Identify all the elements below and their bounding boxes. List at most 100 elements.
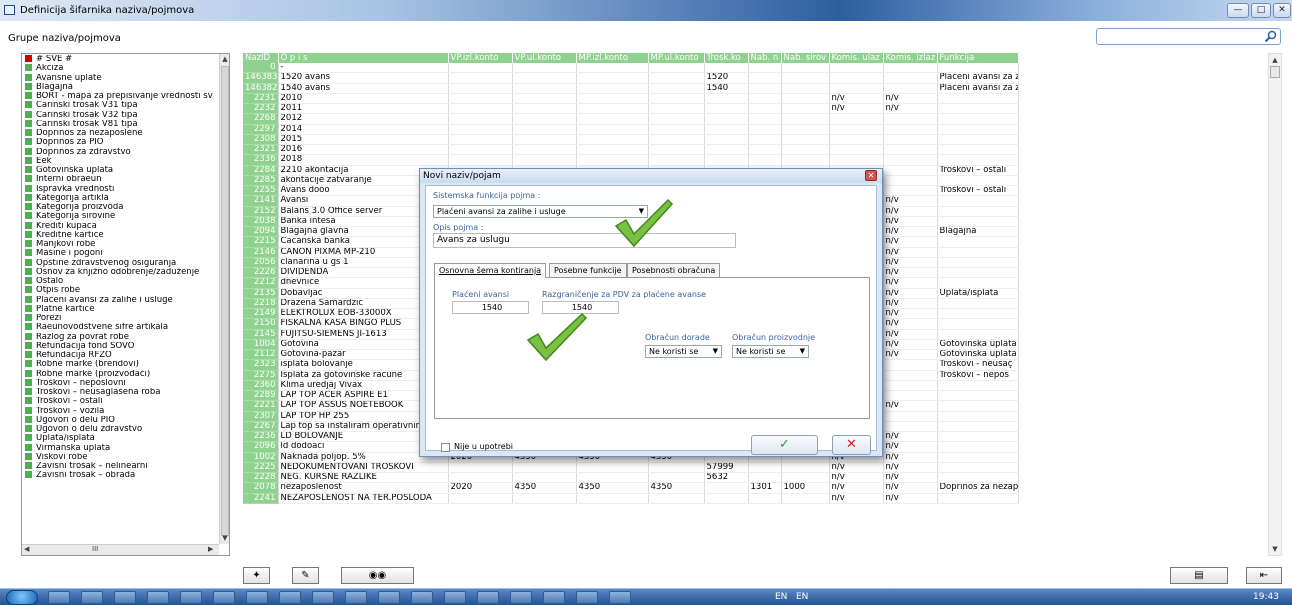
- find-button[interactable]: ◉◉: [341, 567, 414, 584]
- scroll-up-arrow-icon[interactable]: ▲: [220, 54, 229, 64]
- new-button[interactable]: ✦: [243, 567, 270, 584]
- column-header[interactable]: MP.izl.konto: [576, 53, 649, 63]
- column-header[interactable]: Komis. izlaz: [883, 53, 938, 63]
- start-button[interactable]: [6, 590, 38, 605]
- group-list-item[interactable]: Kreditne kartice: [22, 230, 219, 240]
- dropdown-arrow-icon[interactable]: ▼: [713, 346, 718, 357]
- description-input[interactable]: Avans za uslugu: [433, 233, 736, 248]
- group-list-item[interactable]: Troškovi – neusaglašena roba: [22, 388, 219, 397]
- column-header[interactable]: Trosk.ko: [704, 53, 749, 63]
- column-header[interactable]: VP.izl.konto: [448, 53, 513, 63]
- group-list-item[interactable]: Uplata/isplata: [22, 434, 219, 443]
- table-vscrollbar[interactable]: ▲ ▼: [1268, 53, 1282, 556]
- scroll-thumb[interactable]: [1270, 66, 1280, 78]
- group-list-item[interactable]: Ispravka vrednosti: [22, 184, 219, 194]
- scroll-up-arrow-icon[interactable]: ▲: [1269, 54, 1281, 66]
- scroll-left-arrow-icon[interactable]: ◀: [24, 545, 29, 553]
- vat-deferral-input[interactable]: 1540: [542, 301, 619, 314]
- group-list-item[interactable]: Mašine i pogoni: [22, 249, 219, 258]
- group-list-item[interactable]: Robne marke (brendovi): [22, 360, 219, 369]
- group-list-item[interactable]: Avansne uplate: [22, 73, 219, 83]
- taskbar-app-icon[interactable]: [345, 591, 367, 604]
- scroll-right-arrow-icon[interactable]: ▶: [208, 545, 213, 553]
- taskbar-app-icon[interactable]: [378, 591, 400, 604]
- group-list-item[interactable]: Ugovori o delu PIO: [22, 415, 219, 425]
- language-indicator[interactable]: EN: [775, 592, 787, 602]
- taskbar-app-icon[interactable]: [213, 591, 235, 604]
- table-row[interactable]: 2241 NEZAPOSLENOST NA TER.POSLODA n/v n/v: [243, 493, 1019, 504]
- group-list-item[interactable]: Robne marke (proizvođači): [22, 369, 219, 379]
- group-list-hscrollbar[interactable]: ◀ III ▶: [22, 544, 219, 555]
- dropdown-arrow-icon[interactable]: ▼: [639, 206, 644, 217]
- table-row[interactable]: 2228 NEG. KURSNE RAZLIKE 5632 n/v n/v: [243, 472, 1019, 484]
- table-row[interactable]: 0-: [243, 63, 1019, 74]
- group-list-item[interactable]: Blagajna: [22, 82, 219, 92]
- group-list-item[interactable]: Kategorija artikla: [22, 193, 219, 203]
- edit-button[interactable]: ✎: [292, 567, 319, 584]
- scroll-down-arrow-icon[interactable]: ▼: [1269, 543, 1281, 555]
- group-list-item[interactable]: Viškovi robe: [22, 452, 219, 462]
- save-button[interactable]: ▤: [1170, 567, 1228, 584]
- group-list-item[interactable]: Gotovinska uplata: [22, 166, 219, 175]
- group-list-item[interactable]: Troškovi – vozila: [22, 406, 219, 416]
- search-input[interactable]: [1096, 28, 1281, 45]
- group-list-item[interactable]: Krediti kupaca: [22, 221, 219, 231]
- taskbar-app-icon[interactable]: [510, 591, 532, 604]
- hscroll-thumb[interactable]: III: [92, 545, 98, 553]
- tab-basic-accounting[interactable]: Osnovna šema kontiranja: [434, 263, 547, 278]
- column-header[interactable]: Nab. n: [748, 53, 782, 63]
- paid-advances-input[interactable]: 1540: [452, 301, 529, 314]
- maximize-button[interactable]: □: [1251, 3, 1271, 18]
- group-list-item[interactable]: Carinski trošak V81 tipa: [22, 119, 219, 129]
- column-header[interactable]: Funkcija: [937, 53, 1019, 63]
- taskbar-app-icon[interactable]: [81, 591, 103, 604]
- system-function-select[interactable]: Plaćeni avansi za zalihe i usluge ▼: [433, 205, 648, 218]
- tab-calculation-specifics[interactable]: Posebnosti obračuna: [627, 263, 721, 277]
- group-list-item[interactable]: Troškovi – ostali: [22, 397, 219, 406]
- dropdown-arrow-icon[interactable]: ▼: [800, 346, 805, 357]
- taskbar-app-icon[interactable]: [543, 591, 565, 604]
- table-row[interactable]: 2225 NEDOKUMENTOVANI TROSKOVI 57999 n/v n/v: [243, 462, 1019, 474]
- taskbar-app-icon[interactable]: [477, 591, 499, 604]
- group-list-item[interactable]: Eek: [22, 156, 219, 166]
- group-list-item[interactable]: Razlog za povrat robe: [22, 332, 219, 342]
- group-list-item[interactable]: Akciza: [22, 64, 219, 73]
- table-row[interactable]: 2232 2011 n/v n/v: [243, 103, 1019, 115]
- taskbar-app-icon[interactable]: [576, 591, 598, 604]
- group-list-item[interactable]: Porezi: [22, 314, 219, 323]
- table-row[interactable]: 2336 2018: [243, 154, 1019, 166]
- taskbar-app-icon[interactable]: [312, 591, 334, 604]
- group-list-item[interactable]: Opštine zdravstvenog osiguranja: [22, 258, 219, 268]
- group-list-item[interactable]: Zavisni trošak – obrada: [22, 471, 219, 480]
- table-row[interactable]: 2268 2012: [243, 113, 1019, 125]
- group-list-item[interactable]: Osnov za knjižno odobrenje/zaduženje: [22, 267, 219, 277]
- group-list-item[interactable]: Refundacija fond SOVO: [22, 341, 219, 351]
- table-row[interactable]: 2231 2010 n/v n/v: [243, 93, 1019, 105]
- dialog-close-icon[interactable]: ✕: [865, 170, 877, 181]
- group-list-item[interactable]: Interni obraeun: [22, 175, 219, 184]
- scroll-down-arrow-icon[interactable]: ▼: [220, 533, 229, 543]
- column-header[interactable]: Komis. ulaz: [829, 53, 884, 63]
- group-list-item[interactable]: Virmanska uplata: [22, 443, 219, 453]
- taskbar-app-icon[interactable]: [180, 591, 202, 604]
- group-list-item[interactable]: BORT - mapa za prepisivanje vrednosti sv: [22, 92, 219, 101]
- taskbar-app-icon[interactable]: [48, 591, 70, 604]
- cancel-button[interactable]: ✕: [832, 435, 871, 455]
- group-list-item[interactable]: Otpis robe: [22, 286, 219, 295]
- table-row[interactable]: 146382 1540 avans 1540 Plaćeni avansi za z: [243, 83, 1019, 94]
- production-calc-select[interactable]: Ne koristi se ▼: [732, 345, 809, 358]
- tab-special-functions[interactable]: Posebne funkcije: [549, 263, 627, 277]
- column-header[interactable]: O p i s: [278, 53, 449, 63]
- group-list-item[interactable]: # SVE #: [22, 55, 219, 64]
- finishing-calc-select[interactable]: Ne koristi se ▼: [645, 345, 722, 358]
- taskbar-app-icon[interactable]: [444, 591, 466, 604]
- group-list-item[interactable]: Ostalo: [22, 277, 219, 286]
- taskbar-app-icon[interactable]: [279, 591, 301, 604]
- group-list-item[interactable]: Ugovori o delu zdravstvo: [22, 425, 219, 434]
- taskbar-app-icon[interactable]: [246, 591, 268, 604]
- group-list-item[interactable]: Carinski trošak V31 tipa: [22, 101, 219, 110]
- group-list-item[interactable]: Plaćeni avansi za zalihe i usluge: [22, 295, 219, 305]
- language-indicator-2[interactable]: EN: [796, 592, 808, 602]
- table-row[interactable]: 2297 2014: [243, 124, 1019, 135]
- group-list-item[interactable]: Kategorija proizvoda: [22, 203, 219, 212]
